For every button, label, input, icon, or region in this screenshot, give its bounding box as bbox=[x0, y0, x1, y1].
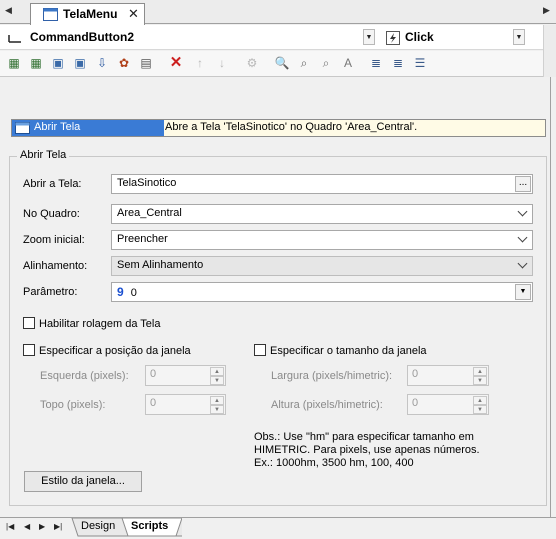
alinhamento-value: Sem Alinhamento bbox=[117, 259, 204, 271]
close-tab-icon[interactable]: ✕ bbox=[128, 6, 139, 22]
tamanho-checkbox[interactable] bbox=[254, 344, 266, 356]
uncomment-block-icon[interactable]: ≣ bbox=[390, 55, 406, 71]
move-up-icon[interactable]: ↑ bbox=[192, 55, 208, 71]
chevron-down-icon bbox=[519, 260, 527, 268]
abrir-tela-field[interactable]: TelaSinotico ... bbox=[111, 174, 533, 194]
command-button-icon bbox=[8, 35, 21, 43]
largura-value: 0 bbox=[412, 368, 419, 380]
alinhamento-select[interactable]: Sem Alinhamento bbox=[111, 256, 533, 276]
topo-label: Topo (pixels): bbox=[40, 399, 106, 411]
next-tab-icon[interactable]: ▶ bbox=[39, 522, 45, 531]
open-screen-pick-icon[interactable]: ▣ bbox=[50, 55, 66, 71]
prev-tab-icon[interactable]: ◀ bbox=[24, 522, 30, 531]
event-dropdown-icon[interactable]: ▼ bbox=[513, 29, 525, 45]
script-selector-row: CommandButton2 ▼ Click ▼ bbox=[0, 25, 556, 50]
topo-spinner[interactable]: 0 ▲ ▼ bbox=[145, 394, 226, 415]
comment-block-icon[interactable]: ≣ bbox=[368, 55, 384, 71]
spin-down-icon[interactable]: ▼ bbox=[210, 405, 224, 414]
toolbar-overflow-strip bbox=[543, 25, 556, 77]
pick-list-row[interactable]: Abrir Tela Abre a Tela 'TelaSinotico' no… bbox=[11, 119, 546, 137]
spin-up-icon[interactable]: ▲ bbox=[473, 396, 487, 405]
parametro-field[interactable]: 9 0 ▼ bbox=[111, 282, 533, 302]
quadro-value: Area_Central bbox=[117, 207, 182, 219]
find-next-icon[interactable]: ⌕ bbox=[296, 55, 312, 71]
load-value-pick-icon[interactable]: ⇩ bbox=[94, 55, 110, 71]
print-report-pick-icon[interactable]: ▤ bbox=[138, 55, 154, 71]
esquerda-label: Esquerda (pixels): bbox=[40, 370, 129, 382]
group-title: Abrir Tela bbox=[17, 149, 70, 161]
zoom-label: Zoom inicial: bbox=[23, 234, 85, 246]
scroll-tabs-right-icon[interactable]: ▶ bbox=[543, 5, 550, 16]
rolagem-label[interactable]: Habilitar rolagem da Tela bbox=[39, 318, 160, 330]
open-screen-icon bbox=[15, 122, 30, 134]
script-toolbar: ▦ ▦ ▣ ▣ ⇩ ✿ ▤ ✕ ↑ ↓ ⚙ 🔍 ⌕ ⌕ A ≣ ≣ ☰ bbox=[0, 51, 556, 77]
parametro-label: Parâmetro: bbox=[23, 286, 78, 298]
tab-scripts[interactable]: Scripts bbox=[123, 518, 176, 536]
spin-up-icon[interactable]: ▲ bbox=[210, 396, 224, 405]
spin-down-icon[interactable]: ▼ bbox=[473, 376, 487, 385]
run-application-pick-icon[interactable]: ✿ bbox=[116, 55, 132, 71]
pick-name: Abrir Tela bbox=[34, 121, 81, 133]
quadro-label: No Quadro: bbox=[23, 208, 80, 220]
object-combo[interactable]: CommandButton2 bbox=[30, 30, 134, 44]
spin-down-icon[interactable]: ▼ bbox=[210, 376, 224, 385]
spin-down-icon[interactable]: ▼ bbox=[473, 405, 487, 414]
properties-icon[interactable]: ⚙ bbox=[244, 55, 260, 71]
zoom-value: Preencher bbox=[117, 233, 168, 245]
parametro-value: 0 bbox=[130, 287, 137, 299]
altura-label: Altura (pixels/himetric): bbox=[271, 399, 383, 411]
find-icon[interactable]: 🔍 bbox=[274, 55, 290, 71]
rolagem-checkbox[interactable] bbox=[23, 317, 35, 329]
chevron-down-icon bbox=[519, 234, 527, 242]
posicao-label[interactable]: Especificar a posição da janela bbox=[39, 345, 191, 357]
pick-name-cell[interactable]: Abrir Tela bbox=[12, 120, 164, 136]
spin-up-icon[interactable]: ▲ bbox=[210, 367, 224, 376]
largura-label: Largura (pixels/himetric): bbox=[271, 370, 393, 382]
quadro-select[interactable]: Area_Central bbox=[111, 204, 533, 224]
insert-pick-icon[interactable]: ▦ bbox=[28, 55, 44, 71]
bottom-tab-bar: |◀ ◀ ▶ ▶| Design Scripts bbox=[0, 517, 556, 539]
close-screen-pick-icon[interactable]: ▣ bbox=[72, 55, 88, 71]
tamanho-label[interactable]: Especificar o tamanho da janela bbox=[270, 345, 427, 357]
document-tab-bar: ◀ ▶ TelaMenu ✕ bbox=[0, 0, 556, 25]
window-style-button[interactable]: Estilo da janela... bbox=[24, 471, 142, 492]
scroll-tabs-left-icon[interactable]: ◀ bbox=[5, 5, 12, 16]
tab-title: TelaMenu bbox=[63, 7, 118, 21]
event-combo[interactable]: Click bbox=[405, 30, 434, 44]
font-icon[interactable]: A bbox=[340, 55, 356, 71]
replace-icon[interactable]: ⌕ bbox=[318, 55, 334, 71]
abrir-tela-label: Abrir a Tela: bbox=[23, 178, 82, 190]
spin-up-icon[interactable]: ▲ bbox=[473, 367, 487, 376]
chevron-down-icon bbox=[519, 208, 527, 216]
note-line-3: Ex.: 1000hm, 3500 hm, 100, 400 bbox=[254, 457, 414, 469]
posicao-checkbox[interactable] bbox=[23, 344, 35, 356]
esquerda-value: 0 bbox=[150, 368, 157, 380]
alinhamento-label: Alinhamento: bbox=[23, 260, 88, 272]
note-line-1: Obs.: Use "hm" para especificar tamanho … bbox=[254, 431, 474, 443]
altura-value: 0 bbox=[412, 397, 419, 409]
add-pick-icon[interactable]: ▦ bbox=[6, 55, 22, 71]
numeric-type-icon: 9 bbox=[117, 285, 124, 299]
object-dropdown-icon[interactable]: ▼ bbox=[363, 29, 375, 45]
move-down-icon[interactable]: ↓ bbox=[214, 55, 230, 71]
parametro-dropdown-icon[interactable]: ▼ bbox=[515, 284, 531, 300]
altura-spinner[interactable]: 0 ▲ ▼ bbox=[407, 394, 489, 415]
tab-telamenu[interactable]: TelaMenu ✕ bbox=[30, 3, 145, 25]
delete-pick-icon[interactable]: ✕ bbox=[168, 55, 184, 71]
abrir-tela-value: TelaSinotico bbox=[117, 177, 177, 189]
indent-icon[interactable]: ☰ bbox=[412, 55, 428, 71]
note-line-2: HIMETRIC. Para pixels, use apenas número… bbox=[254, 444, 480, 456]
tab-design[interactable]: Design bbox=[73, 518, 123, 536]
largura-spinner[interactable]: 0 ▲ ▼ bbox=[407, 365, 489, 386]
last-tab-icon[interactable]: ▶| bbox=[54, 522, 62, 531]
first-tab-icon[interactable]: |◀ bbox=[6, 522, 14, 531]
browse-screen-button[interactable]: ... bbox=[515, 176, 531, 192]
event-lightning-icon bbox=[386, 31, 400, 45]
zoom-select[interactable]: Preencher bbox=[111, 230, 533, 250]
esquerda-spinner[interactable]: 0 ▲ ▼ bbox=[145, 365, 226, 386]
pick-description: Abre a Tela 'TelaSinotico' no Quadro 'Ar… bbox=[165, 121, 418, 133]
screen-icon bbox=[43, 8, 58, 21]
topo-value: 0 bbox=[150, 397, 157, 409]
